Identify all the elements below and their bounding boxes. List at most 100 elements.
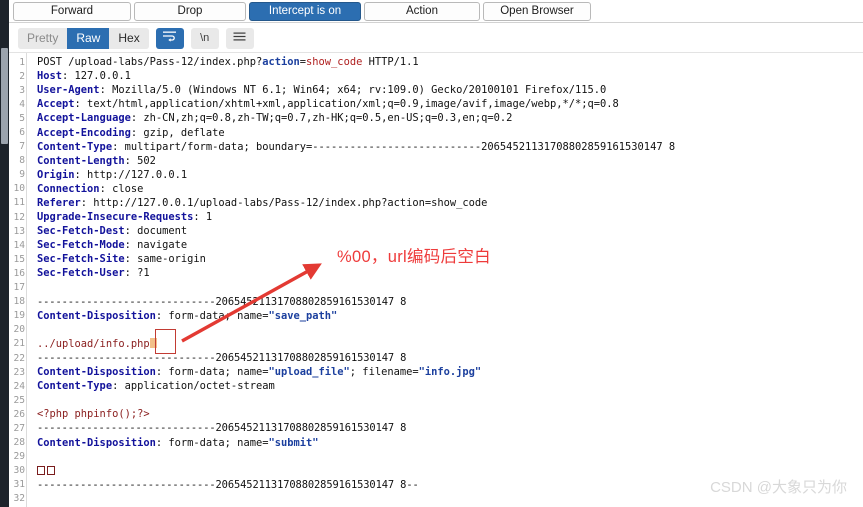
line-content[interactable]: Accept-Language: zh-CN,zh;q=0.8,zh-TW;q=… [31, 112, 863, 124]
line-number: 15 [13, 253, 25, 265]
line-number: 10 [13, 183, 25, 195]
show-newlines-icon-button[interactable]: \n [190, 27, 219, 49]
line-content[interactable]: Content-Type: application/octet-stream [31, 380, 863, 392]
editor-line: 8 Content-Length: 502 [9, 154, 863, 168]
line-content[interactable]: Content-Type: multipart/form-data; bound… [31, 141, 863, 153]
code-token: "submit" [268, 436, 319, 449]
line-content[interactable]: ../upload/info.php [31, 337, 863, 350]
code-token: Sec-Fetch-Site [37, 253, 125, 266]
editor-line: 15 Sec-Fetch-Site: same-origin [9, 252, 863, 266]
code-token: Content-Type [37, 140, 113, 153]
control-char-glyph [37, 465, 45, 475]
editor-line: 32 [9, 492, 863, 506]
code-token: Content-Length [37, 154, 125, 167]
line-number: 28 [13, 437, 25, 449]
editor-line: 21 ../upload/info.php [9, 337, 863, 351]
code-token: Content-Disposition [37, 436, 156, 449]
newline-icon: \n [200, 31, 210, 44]
line-content[interactable]: Sec-Fetch-Site: same-origin [31, 253, 863, 265]
line-content[interactable]: -----------------------------20654521131… [31, 479, 863, 491]
forward-button[interactable]: Forward [13, 1, 131, 21]
line-number: 29 [13, 451, 25, 463]
code-token: : http://127.0.0.1/upload-labs/Pass-12/i… [80, 196, 488, 209]
drop-button[interactable]: Drop [134, 1, 246, 21]
proxy-action-toolbar: Forward Drop Intercept is on Action Open… [9, 0, 863, 23]
intercept-toggle-button[interactable]: Intercept is on [249, 1, 361, 21]
open-browser-button[interactable]: Open Browser [483, 1, 591, 21]
editor-line: 20 [9, 323, 863, 337]
code-token: : text/html,application/xhtml+xml,applic… [74, 98, 619, 111]
line-content[interactable]: Accept-Encoding: gzip, deflate [31, 127, 863, 139]
raw-request-editor[interactable]: 1 POST /upload-labs/Pass-12/index.php?act… [9, 53, 863, 507]
line-content[interactable]: Accept: text/html,application/xhtml+xml,… [31, 98, 863, 110]
editor-line: 7 Content-Type: multipart/form-data; boun… [9, 140, 863, 154]
code-token: -----------------------------20654521131… [37, 352, 407, 365]
code-token: Sec-Fetch-Dest [37, 225, 125, 238]
editor-line: 22 -----------------------------206545211… [9, 351, 863, 365]
line-content[interactable] [31, 465, 863, 477]
line-content[interactable]: User-Agent: Mozilla/5.0 (Windows NT 6.1;… [31, 84, 863, 96]
line-content[interactable]: POST /upload-labs/Pass-12/index.php?acti… [31, 56, 863, 68]
left-scroll-rail[interactable] [0, 0, 9, 507]
control-char-glyph [47, 465, 55, 475]
line-number: 31 [13, 479, 25, 491]
editor-line: 17 [9, 281, 863, 295]
tab-hex[interactable]: Hex [109, 27, 149, 49]
line-number: 4 [19, 98, 25, 110]
code-token: : 1 [193, 211, 213, 224]
code-token: : 502 [124, 154, 156, 167]
code-token: POST /upload-labs/Pass-12/index.php? [37, 56, 263, 69]
code-token: "info.jpg" [418, 366, 482, 379]
line-content[interactable]: Referer: http://127.0.0.1/upload-labs/Pa… [31, 197, 863, 209]
line-content[interactable]: -----------------------------20654521131… [31, 352, 863, 364]
line-number: 2 [19, 70, 25, 82]
code-token: : form-data; name= [155, 309, 269, 322]
line-content[interactable]: Host: 127.0.0.1 [31, 70, 863, 82]
line-number: 12 [13, 211, 25, 223]
line-number: 22 [13, 352, 25, 364]
code-token: : zh-CN,zh;q=0.8,zh-TW;q=0.7,zh-HK;q=0.5… [130, 112, 513, 125]
line-content[interactable]: <?php phpinfo();?> [31, 408, 863, 420]
code-token: "save_path" [268, 309, 338, 322]
line-content[interactable]: Content-Length: 502 [31, 155, 863, 167]
line-number: 30 [13, 465, 25, 477]
code-token: show_code [306, 56, 363, 69]
code-token: : form-data; name= [155, 366, 269, 379]
editor-line: 18 -----------------------------206545211… [9, 295, 863, 309]
word-wrap-icon-button[interactable] [155, 27, 184, 49]
line-content[interactable]: -----------------------------20654521131… [31, 422, 863, 434]
view-options-menu-button[interactable] [225, 27, 254, 49]
tab-raw[interactable]: Raw [67, 27, 110, 49]
editor-line: 11 Referer: http://127.0.0.1/upload-labs/… [9, 196, 863, 210]
editor-line: 24 Content-Type: application/octet-stream [9, 379, 863, 393]
line-content[interactable]: Content-Disposition: form-data; name="sa… [31, 310, 863, 322]
action-button[interactable]: Action [364, 1, 480, 21]
line-content[interactable]: Content-Disposition: form-data; name="su… [31, 437, 863, 449]
message-view-toolbar: Pretty Raw Hex \n [9, 24, 863, 53]
line-number: 27 [13, 422, 25, 434]
code-token: Upgrade-Insecure-Requests [37, 211, 194, 224]
code-token: -----------------------------20654521131… [37, 422, 407, 435]
line-content[interactable]: Content-Disposition: form-data; name="up… [31, 366, 863, 378]
editor-line: 30 [9, 464, 863, 478]
line-content[interactable]: Connection: close [31, 183, 863, 195]
line-number: 9 [19, 169, 25, 181]
word-wrap-icon [163, 31, 177, 45]
line-number: 7 [19, 141, 25, 153]
line-number: 14 [13, 239, 25, 251]
tab-pretty[interactable]: Pretty [18, 27, 68, 49]
left-scroll-thumb[interactable] [1, 48, 8, 144]
line-content[interactable]: -----------------------------20654521131… [31, 296, 863, 308]
line-number: 11 [13, 197, 25, 209]
code-token: -----------------------------20654521131… [37, 478, 419, 491]
code-token: Accept-Encoding [37, 126, 131, 139]
line-content[interactable]: Sec-Fetch-Dest: document [31, 225, 863, 237]
line-content[interactable]: Origin: http://127.0.0.1 [31, 169, 863, 181]
line-content[interactable]: Upgrade-Insecure-Requests: 1 [31, 211, 863, 223]
line-number: 16 [13, 267, 25, 279]
line-content[interactable]: Sec-Fetch-Mode: navigate [31, 239, 863, 251]
code-token: action [262, 56, 300, 69]
line-content[interactable]: Sec-Fetch-User: ?1 [31, 267, 863, 279]
code-token: : ?1 [124, 267, 150, 280]
code-token: ; filename= [349, 366, 419, 379]
